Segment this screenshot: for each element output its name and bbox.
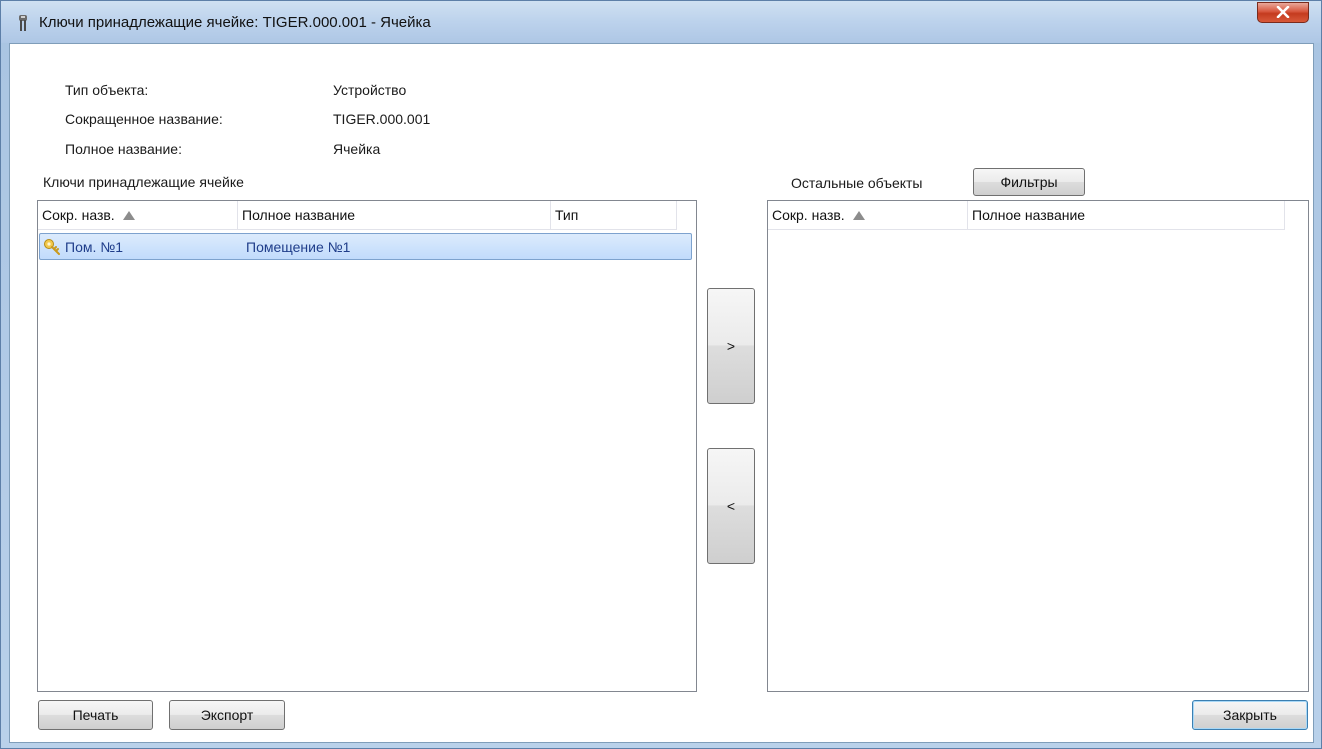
column-short-name[interactable]: Сокр. назв. — [768, 201, 968, 230]
object-type-value: Устройство — [333, 82, 407, 98]
sort-ascending-icon — [852, 211, 865, 220]
left-panel-title: Ключи принадлежащие ячейке — [43, 174, 244, 190]
move-left-button[interactable]: < — [707, 448, 755, 564]
filters-button[interactable]: Фильтры — [973, 168, 1085, 196]
object-type-label: Тип объекта: — [65, 82, 149, 98]
close-icon — [1276, 5, 1290, 21]
move-right-button[interactable]: > — [707, 288, 755, 404]
key-icon — [43, 238, 61, 256]
key-tag-icon — [16, 14, 30, 32]
dialog-window: Ключи принадлежащие ячейке: TIGER.000.00… — [0, 0, 1322, 749]
column-full-name[interactable]: Полное название — [238, 201, 551, 230]
full-name-value: Ячейка — [333, 141, 381, 157]
column-short-name[interactable]: Сокр. назв. — [38, 201, 238, 230]
close-button[interactable]: Закрыть — [1192, 700, 1308, 730]
title-bar[interactable]: Ключи принадлежащие ячейке: TIGER.000.00… — [1, 1, 1321, 43]
column-type[interactable]: Тип — [551, 201, 677, 230]
row-short-name: Пом. №1 — [65, 238, 124, 255]
close-window-button[interactable] — [1257, 2, 1309, 23]
print-button[interactable]: Печать — [38, 700, 153, 730]
owned-keys-grid[interactable]: Сокр. назв. Полное название Тип Пом. №1 … — [37, 200, 697, 692]
full-name-label: Полное название: — [65, 141, 182, 157]
export-button[interactable]: Экспорт — [169, 700, 285, 730]
window-title: Ключи принадлежащие ячейке: TIGER.000.00… — [39, 14, 431, 31]
column-full-name[interactable]: Полное название — [968, 201, 1285, 230]
table-row[interactable]: Пом. №1 Помещение №1 — [39, 233, 692, 260]
short-name-label: Сокращенное название: — [65, 111, 223, 127]
dialog-content: Тип объекта: Устройство Сокращенное назв… — [9, 43, 1314, 743]
other-objects-grid[interactable]: Сокр. назв. Полное название — [767, 200, 1309, 692]
row-full-name: Помещение №1 — [246, 238, 351, 255]
grid-header: Сокр. назв. Полное название — [768, 201, 1285, 230]
sort-ascending-icon — [122, 211, 135, 220]
grid-header: Сокр. назв. Полное название Тип — [38, 201, 677, 230]
short-name-value: TIGER.000.001 — [333, 111, 431, 127]
right-panel-title: Остальные объекты — [791, 175, 923, 191]
